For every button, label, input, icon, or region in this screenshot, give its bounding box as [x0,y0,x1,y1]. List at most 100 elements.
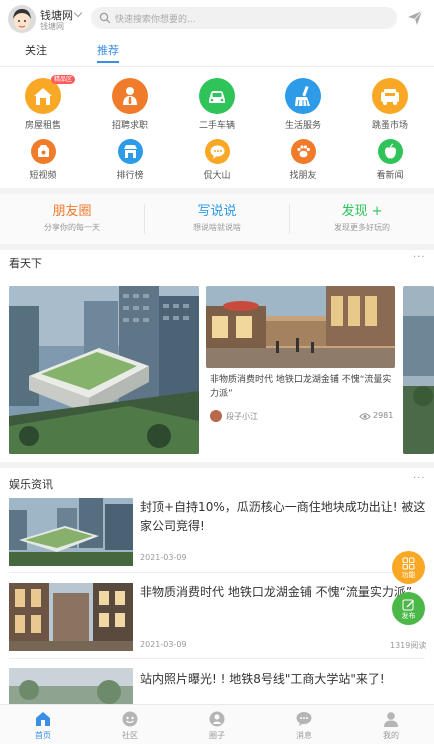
more-options-icon[interactable]: ··· [413,252,426,263]
category-news[interactable]: 看新闻 [350,139,430,181]
category-label: 短视频 [29,171,57,181]
author-name[interactable]: 段子小江 [226,411,258,422]
category-label: 招聘求职 [111,121,148,131]
section-gap [0,244,434,250]
discover-subtitle: 发现更多好玩的 [334,223,390,232]
feature-image-next[interactable] [403,286,434,454]
active-tab-indicator [97,61,119,63]
avatar-face-icon [8,5,36,33]
category-label: 生活服务 [284,121,321,131]
news-read-count: 1319阅读 [390,641,427,650]
apple-icon [377,139,403,164]
nav-circle[interactable]: 圈子 [174,710,260,741]
publish-button-label: 发布 [401,612,416,620]
more-options-icon[interactable]: ··· [413,473,426,484]
tab-follow[interactable]: 关注 [25,42,47,58]
car-icon [199,78,235,114]
news-date: 2021-03-09 [140,553,187,562]
section-title-entertainment: 娱乐资讯 [9,478,53,491]
search-input[interactable]: 快速搜索你想要的... [91,7,397,29]
discover-button[interactable]: 发现 + 发现更多好玩的 [290,200,434,233]
function-button[interactable]: 功能 [392,551,425,584]
top-bar: 钱塘网 钱塘网 快速搜索你想要的... [0,0,434,40]
divider [9,658,425,659]
search-icon [99,12,111,24]
user-icon [384,712,398,727]
news-thumbnail[interactable] [9,583,133,651]
divider [0,66,434,67]
category-chat[interactable]: 侃大山 [177,139,257,181]
nav-label: 消息 [296,731,312,740]
category-ranking[interactable]: 排行榜 [90,139,170,181]
category-label: 排行榜 [116,171,144,181]
nav-label: 我的 [383,731,399,740]
chevron-down-icon[interactable] [73,8,83,18]
person-tie-icon [112,78,148,114]
moments-button[interactable]: 朋友圈 分享你的每一天 [0,200,144,233]
category-cars[interactable]: 二手车辆 [177,78,257,131]
house-icon: 精品区 [25,75,75,114]
category-label: 找朋友 [289,171,317,181]
feed-tabs: 关注 推荐 [0,40,434,64]
feature-card-caption[interactable]: 非物质消费时代 地铁口龙湖金铺 不愧“流量实力派” [210,373,392,401]
grid-icon [402,557,415,570]
news-thumbnail[interactable] [9,498,133,566]
avatar[interactable] [8,5,36,33]
broom-icon [285,78,321,114]
function-button-label: 功能 [401,571,416,579]
moments-title: 朋友圈 [52,204,92,219]
nav-label: 圈子 [209,731,225,740]
store-icon [117,139,143,164]
community-icon [122,711,138,727]
category-find-friends[interactable]: 找朋友 [263,139,343,181]
paw-icon [290,139,316,164]
moments-subtitle: 分享你的每一天 [44,223,100,232]
send-icon[interactable] [407,10,423,26]
category-label: 跳蚤市场 [371,121,408,131]
edit-icon [402,599,414,611]
category-short-video[interactable]: 短视频 [3,139,83,181]
nav-profile[interactable]: 我的 [348,710,434,741]
discover-title: 发现 + [341,204,383,219]
video-icon [30,139,56,164]
view-count: 2981 [373,411,394,420]
divider [9,572,425,573]
news-title[interactable]: 站内照片曝光! ! 地铁8号线"工商大学站"来了! [140,670,428,689]
category-flea-market[interactable]: 跳蚤市场 [350,78,430,131]
feature-image-street[interactable] [206,286,395,368]
category-house[interactable]: 精品区 房屋租售 [3,75,83,131]
nav-label: 首页 [35,731,51,740]
chat-icon [204,139,230,164]
category-label: 侃大山 [203,171,231,181]
category-label: 房屋租售 [24,121,61,131]
eye-icon [359,413,371,420]
author-avatar[interactable] [210,410,222,422]
nav-home[interactable]: 首页 [0,710,86,741]
write-post-button[interactable]: 写说说 想说啥就说啥 [145,200,289,233]
news-thumbnail[interactable] [9,668,133,704]
nav-label: 社区 [122,731,138,740]
category-label: 看新闻 [376,171,404,181]
search-placeholder: 快速搜索你想要的... [115,15,196,25]
message-icon [296,712,312,726]
feature-image-building[interactable] [9,286,199,454]
category-jobs[interactable]: 招聘求职 [90,78,170,131]
publish-button[interactable]: 发布 [392,592,425,625]
home-icon [36,712,50,726]
bottom-nav: 首页 社区 圈子 消息 我的 [0,704,434,744]
news-title[interactable]: 封顶+自持10%，瓜沥核心一商住地块成功出让! 被这家公司竞得! [140,498,428,536]
nav-community[interactable]: 社区 [87,710,173,741]
section-gap [0,462,434,468]
category-life-service[interactable]: 生活服务 [263,78,343,131]
news-date: 2021-03-09 [140,640,187,649]
circle-icon [209,711,225,727]
category-label: 二手车辆 [198,121,235,131]
truck-icon [372,78,408,114]
site-subtitle: 钱塘网 [40,22,64,31]
section-title-world: 看天下 [9,257,42,270]
write-post-subtitle: 想说啥就说啥 [193,223,241,232]
nav-messages[interactable]: 消息 [261,710,347,741]
news-title[interactable]: 非物质消费时代 地铁口龙湖金铺 不愧“流量实力派” [140,583,428,602]
write-post-title: 写说说 [197,204,237,219]
tab-recommend[interactable]: 推荐 [97,42,119,58]
